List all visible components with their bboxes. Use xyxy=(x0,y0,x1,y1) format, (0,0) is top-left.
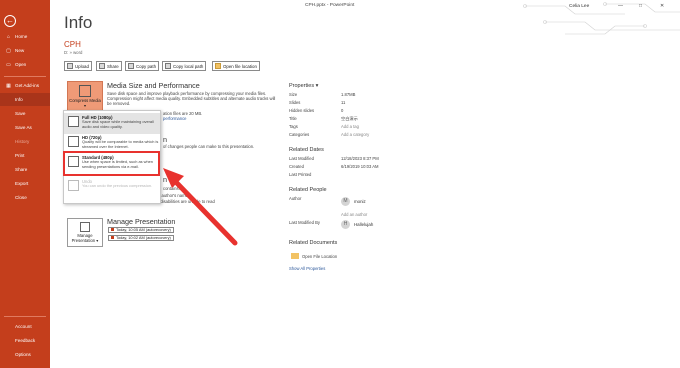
folder-icon xyxy=(215,63,221,69)
open-folder-icon: ▭ xyxy=(6,61,11,68)
account-name[interactable]: Celia Lee xyxy=(569,4,589,9)
property-label: Size xyxy=(289,92,298,97)
sidebar-divider xyxy=(4,76,46,77)
sidebar-item-share[interactable]: Share xyxy=(0,163,50,176)
property-value: 1.87MB xyxy=(341,92,356,97)
inspect-heading: n xyxy=(163,175,167,184)
sidebar-item-export[interactable]: Export xyxy=(0,177,50,190)
date-label: Last Modified xyxy=(289,156,314,161)
date-label: Created xyxy=(289,164,304,169)
date-label: Last Printed xyxy=(289,172,312,177)
related-dates-heading: Related Dates xyxy=(289,147,324,153)
manage-heading: Manage Presentation xyxy=(107,217,176,226)
copy-icon xyxy=(128,63,134,69)
property-label: Slides xyxy=(289,100,301,105)
sidebar-item-close[interactable]: Close xyxy=(0,191,50,204)
new-file-icon: ▢ xyxy=(6,47,11,54)
back-arrow-icon[interactable]: ← xyxy=(4,15,16,27)
property-title-value[interactable]: 空白演示 xyxy=(341,116,358,122)
compress-media-icon xyxy=(79,85,91,97)
add-tag-field[interactable]: Add a tag xyxy=(341,124,359,129)
undo-icon xyxy=(68,180,79,191)
file-name: CPH xyxy=(64,40,81,49)
sidebar-item-history: History xyxy=(15,139,30,144)
property-value: 11 xyxy=(341,100,346,105)
sidebar-item-feedback[interactable]: Feedback xyxy=(0,334,50,347)
compress-media-button[interactable]: Compress Media ▾ xyxy=(67,81,103,111)
date-value: 12/18/2023 8:37 PM xyxy=(341,156,379,161)
protect-heading: n xyxy=(163,135,167,144)
upload-icon xyxy=(67,63,73,69)
property-label: Hidden slides xyxy=(289,108,315,113)
inspect-text: contains: xyxy=(163,186,180,191)
pptx-file-icon xyxy=(111,228,114,232)
related-documents-heading: Related Documents xyxy=(289,240,338,246)
properties-heading[interactable]: Properties ▾ xyxy=(289,83,318,89)
sidebar-item-account[interactable]: Account xyxy=(0,320,50,333)
manage-presentation-icon xyxy=(80,222,90,232)
sidebar-divider xyxy=(4,316,46,317)
copy-local-path-button[interactable]: Copy local path xyxy=(162,61,207,71)
backstage-sidebar: ← ⌂ Home ▢ New ▭ Open ▦ Get Add-ins Info Sav… xyxy=(0,0,50,368)
copy-path-button[interactable]: Copy path xyxy=(125,61,160,71)
property-label: Tags xyxy=(289,124,298,129)
upload-button[interactable]: Upload xyxy=(64,61,92,71)
maximize-icon[interactable]: □ xyxy=(639,3,642,9)
minimize-icon[interactable]: — xyxy=(618,3,623,9)
close-icon[interactable]: ✕ xyxy=(660,3,664,9)
video-quality-icon xyxy=(68,116,79,127)
compress-option-undo: Undo You can undo the previous compressio… xyxy=(64,177,160,198)
add-category-field[interactable]: Add a category xyxy=(341,132,369,137)
property-label: Title xyxy=(289,116,297,121)
related-people-heading: Related People xyxy=(289,187,327,193)
author-name[interactable]: moniz xyxy=(354,199,366,204)
file-path: D: » word xyxy=(64,50,83,55)
date-value: 6/19/2019 10:03 AM xyxy=(341,164,379,169)
sidebar-item-options[interactable]: Options xyxy=(0,348,50,361)
last-modified-by-label: Last Modified By xyxy=(289,220,320,225)
last-modified-by-name[interactable]: Hallelujah xyxy=(354,222,373,227)
show-all-properties-link[interactable]: Show All Properties xyxy=(289,266,325,271)
add-ins-icon: ▦ xyxy=(6,82,11,89)
compress-option-full-hd[interactable]: Full HD (1080p) Save disk space while mai… xyxy=(64,113,160,134)
open-file-location-button[interactable]: Open file location xyxy=(212,61,260,71)
media-heading: Media Size and Performance xyxy=(107,81,200,90)
version-item[interactable]: Today, 10:05 AM (autorecovery) xyxy=(108,227,174,233)
folder-icon xyxy=(291,253,299,259)
sidebar-item-save-as[interactable]: Save As xyxy=(0,121,50,134)
sidebar-item-get-add-ins[interactable]: ▦ Get Add-ins xyxy=(0,79,50,92)
property-value: 0 xyxy=(341,108,344,113)
avatar: M xyxy=(341,197,350,206)
decorative-circuit-lines xyxy=(523,2,680,35)
sidebar-item-open[interactable]: ▭ Open xyxy=(0,58,50,71)
manage-presentation-button[interactable]: Manage Presentation ▾ xyxy=(67,218,103,247)
sidebar-item-home[interactable]: ⌂ Home xyxy=(0,30,50,43)
page-title: Info xyxy=(64,13,93,32)
copy-icon xyxy=(165,63,171,69)
version-item[interactable]: Today, 10:02 AM (autorecovery) xyxy=(108,235,174,241)
sidebar-item-info[interactable]: Info xyxy=(0,93,50,106)
share-icon xyxy=(99,63,105,69)
sidebar-item-new[interactable]: ▢ New xyxy=(0,44,50,57)
property-label: Categories xyxy=(289,132,310,137)
author-label: Author xyxy=(289,196,302,201)
window-title: CPH.pptx - PowerPoint xyxy=(305,3,355,8)
add-author-field[interactable]: Add an author xyxy=(341,212,367,217)
info-page: CPH.pptx - PowerPoint Celia Lee — □ ✕ In… xyxy=(50,0,680,368)
pptx-file-icon xyxy=(111,236,114,240)
sidebar-item-print[interactable]: Print xyxy=(0,149,50,162)
video-quality-icon xyxy=(68,136,79,147)
avatar: H xyxy=(341,220,350,229)
sidebar-item-save[interactable]: Save xyxy=(0,107,50,120)
media-performance-link[interactable]: performance xyxy=(163,116,187,121)
open-file-location-link[interactable]: Open File Location xyxy=(302,254,337,259)
home-icon: ⌂ xyxy=(6,33,11,40)
share-button[interactable]: Share xyxy=(96,61,122,71)
protect-text: of changes people can make to this prese… xyxy=(163,144,255,149)
annotation-highlight-box xyxy=(63,151,160,176)
media-description: Save disk space and improve playback per… xyxy=(107,91,276,107)
